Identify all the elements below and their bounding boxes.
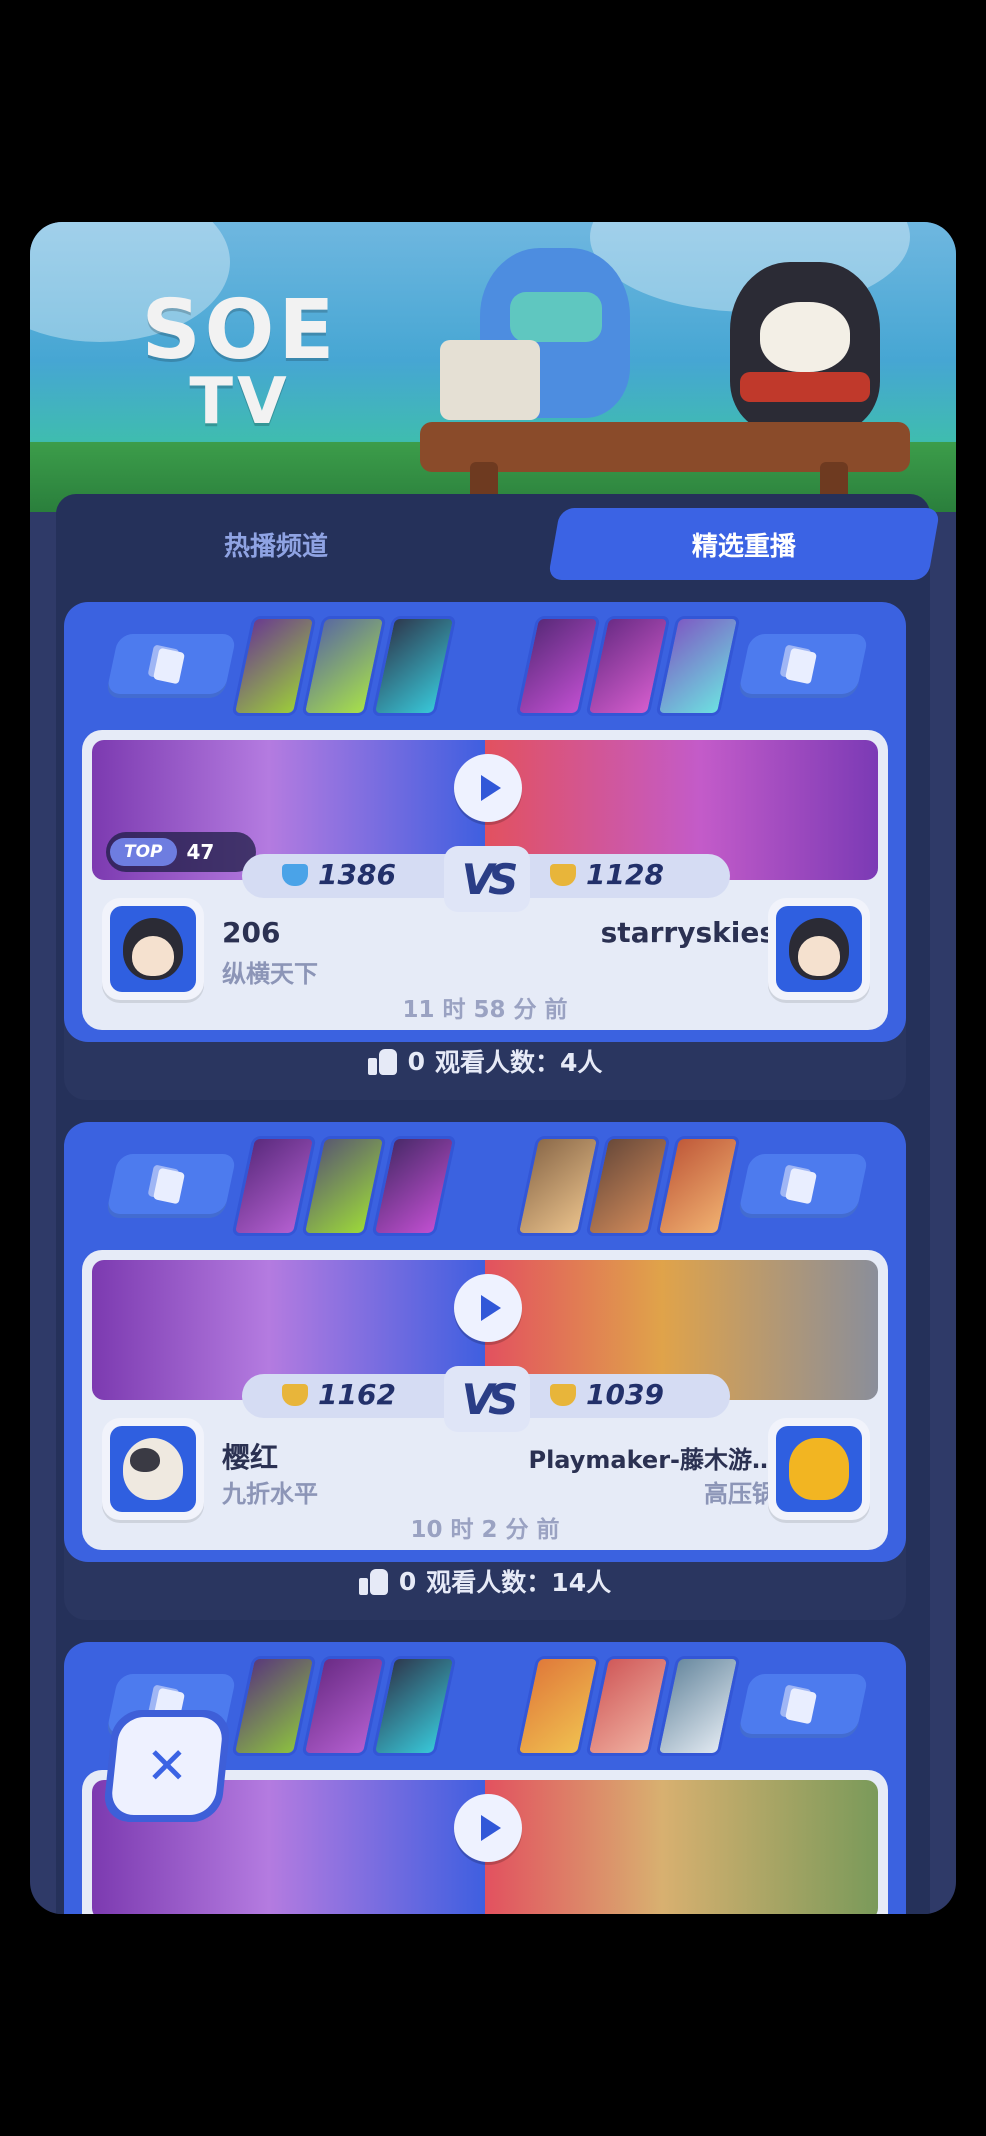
channel-tabs: 热播频道 精选重播 bbox=[56, 494, 941, 586]
soe-tv-screen: SOE TV 热播频道 精选重播 0 观看人数：4人 TOP 47 1386 1… bbox=[0, 0, 986, 2136]
penguin-scarf bbox=[740, 372, 870, 402]
vs-label: VS bbox=[461, 1374, 519, 1424]
logo-line1: SOE bbox=[141, 283, 339, 378]
left-score-value: 1386 bbox=[318, 858, 396, 891]
hero-portrait bbox=[655, 1656, 741, 1756]
right-team-art bbox=[485, 1780, 878, 1914]
deck-button[interactable] bbox=[105, 634, 237, 698]
player-guild-left: 纵横天下 bbox=[222, 960, 318, 988]
tab-hot-channel[interactable]: 热播频道 bbox=[56, 508, 496, 580]
vs-label: VS bbox=[461, 854, 519, 904]
avatar-frame bbox=[110, 1426, 196, 1512]
left-score-value: 1162 bbox=[318, 1378, 396, 1411]
card-top: TOP 47 1386 1128 VS 206 纵横天下 starryskies… bbox=[64, 602, 906, 1042]
deck-button[interactable] bbox=[737, 1674, 869, 1738]
tab-label: 精选重播 bbox=[691, 531, 796, 562]
soe-tv-panel: SOE TV 热播频道 精选重播 0 观看人数：4人 TOP 47 1386 1… bbox=[30, 222, 956, 1914]
cards-icon bbox=[152, 647, 186, 685]
left-score: 1386 bbox=[282, 858, 396, 891]
hero-portrait bbox=[371, 616, 457, 716]
hero-lineup-left bbox=[231, 1136, 457, 1236]
hero-lineup-right bbox=[515, 1656, 741, 1756]
like-count: 0 bbox=[407, 1046, 425, 1076]
hero-portrait bbox=[371, 1656, 457, 1756]
penguin-face bbox=[760, 302, 850, 372]
player-avatar-right[interactable] bbox=[768, 1418, 870, 1520]
hero-portrait bbox=[655, 1136, 741, 1236]
logo-line2: TV bbox=[189, 365, 291, 439]
player-avatar-left[interactable] bbox=[102, 898, 204, 1000]
right-score: 1128 bbox=[550, 858, 664, 891]
player-name-right: Playmaker-藤木游… bbox=[528, 1446, 776, 1474]
avatar-frame bbox=[110, 906, 196, 992]
replay-card: 0 观看人数：14人 1162 1039 VS 樱红 九折水平 Playmake… bbox=[64, 1122, 906, 1632]
right-score-value: 1039 bbox=[586, 1378, 664, 1411]
rank-gold-icon bbox=[550, 1383, 576, 1406]
left-score: 1162 bbox=[282, 1378, 396, 1411]
hero-lineup-right bbox=[515, 616, 741, 716]
rank-diamond-icon bbox=[282, 863, 308, 886]
hero-portrait bbox=[655, 616, 741, 716]
hero-lineup-left bbox=[231, 1656, 457, 1756]
player-avatar-left[interactable] bbox=[102, 1418, 204, 1520]
cards-icon bbox=[784, 647, 818, 685]
play-button[interactable] bbox=[454, 1794, 522, 1862]
hero-lineup-right bbox=[515, 1136, 741, 1236]
close-button-face: ✕ bbox=[109, 1717, 225, 1815]
viewer-count: 观看人数：14人 bbox=[426, 1568, 612, 1597]
player-guild-left: 九折水平 bbox=[222, 1480, 318, 1508]
cards-icon bbox=[784, 1687, 818, 1725]
vs-badge: VS bbox=[444, 846, 530, 912]
right-score: 1039 bbox=[550, 1378, 664, 1411]
player-guild-right: 高压锅 bbox=[704, 1480, 776, 1508]
top-label: TOP bbox=[110, 838, 177, 866]
top-rank-value: 47 bbox=[186, 840, 215, 864]
deck-button[interactable] bbox=[105, 1154, 237, 1218]
right-score-value: 1128 bbox=[586, 858, 664, 891]
cards-icon bbox=[784, 1167, 818, 1205]
viewer-count: 观看人数：4人 bbox=[435, 1048, 603, 1077]
avatar-patch bbox=[130, 1448, 160, 1472]
play-button[interactable] bbox=[454, 1274, 522, 1342]
match-panel[interactable]: TOP 47 1386 1128 VS 206 纵横天下 starryskies… bbox=[82, 730, 888, 1030]
match-panel[interactable]: 1162 1039 VS 樱红 九折水平 Playmaker-藤木游… 高压锅 … bbox=[82, 1250, 888, 1550]
close-button[interactable]: ✕ bbox=[102, 1710, 232, 1822]
player-name-left: 206 bbox=[222, 916, 281, 949]
vs-badge: VS bbox=[444, 1366, 530, 1432]
avatar-frame bbox=[776, 906, 862, 992]
thumbs-up-icon[interactable] bbox=[367, 1046, 398, 1076]
like-count: 0 bbox=[398, 1566, 417, 1596]
slime-avatar-icon bbox=[789, 1438, 849, 1500]
tab-label: 热播频道 bbox=[223, 531, 328, 562]
play-button[interactable] bbox=[454, 754, 522, 822]
thumbs-up-icon[interactable] bbox=[358, 1566, 389, 1596]
player-avatar-right[interactable] bbox=[768, 898, 870, 1000]
avatar-frame bbox=[776, 1426, 862, 1512]
avatar-face bbox=[798, 936, 840, 976]
banner: SOE TV bbox=[30, 222, 956, 512]
player-name-left: 樱红 bbox=[222, 1441, 279, 1474]
match-time: 10 时 2 分 前 bbox=[410, 1517, 560, 1543]
hero-portrait bbox=[371, 1136, 457, 1236]
rank-gold-icon bbox=[550, 863, 576, 886]
tab-featured-replay[interactable]: 精选重播 bbox=[547, 508, 941, 580]
match-time: 11 时 58 分 前 bbox=[402, 997, 568, 1023]
close-icon: ✕ bbox=[146, 1737, 188, 1795]
replay-card: 0 观看人数：4人 TOP 47 1386 1128 VS 206 纵横天下 s… bbox=[64, 602, 906, 1112]
avatar-face bbox=[132, 936, 174, 976]
top-rank-badge: TOP 47 bbox=[106, 832, 256, 872]
helmet-visor bbox=[510, 292, 602, 342]
deck-button[interactable] bbox=[737, 1154, 869, 1218]
player-name-right: starryskies bbox=[600, 916, 776, 949]
hero-lineup-left bbox=[231, 616, 457, 716]
card-top: 1162 1039 VS 樱红 九折水平 Playmaker-藤木游… 高压锅 … bbox=[64, 1122, 906, 1562]
rank-gold-icon bbox=[282, 1383, 308, 1406]
popcorn-bucket bbox=[440, 340, 540, 420]
deck-button[interactable] bbox=[737, 634, 869, 698]
cards-icon bbox=[152, 1167, 186, 1205]
soe-tv-logo: SOE TV bbox=[130, 283, 350, 439]
